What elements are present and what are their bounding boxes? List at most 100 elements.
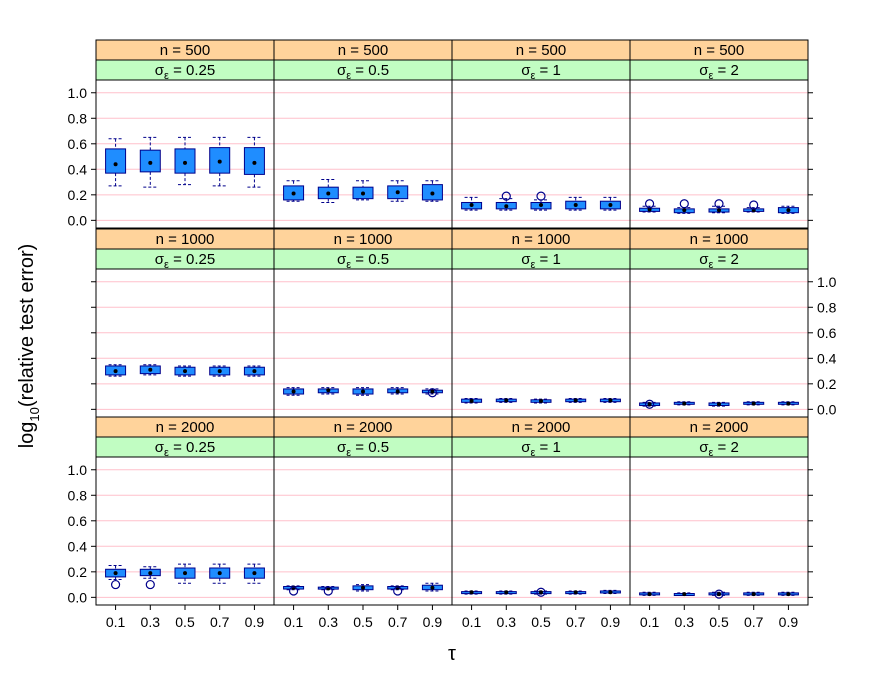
median-dot [717,402,721,407]
strip-n-label: n = 2000 [512,419,571,436]
box-mark [139,364,161,376]
median-dot [148,571,153,576]
median-dot [647,592,652,597]
x-tick-label: 0.5 [353,614,373,630]
median-dot [217,571,222,576]
box-mark [317,179,339,203]
box-mark [283,387,305,396]
box-mark [387,180,409,202]
panel-border [451,456,631,606]
box-mark [708,199,730,214]
y-tick-label: 1.0 [817,274,837,290]
strip-n-label: n = 500 [160,42,210,59]
x-tick-label: 0.9 [601,614,621,630]
boxplot-chart: log10(relative test error) τ n = 500σε =… [16,39,837,665]
box-mark [317,586,339,596]
median-dot [291,191,296,196]
strip-n-label: n = 2000 [334,419,393,436]
outlier-point [536,191,546,201]
median-dot [361,585,365,590]
box-mark [565,590,587,595]
box-mark [743,200,765,213]
median-dot [647,402,652,407]
box-mark [599,196,621,211]
strip-n-label: n = 1000 [156,231,215,248]
median-dot [252,160,257,165]
box-mark [461,398,483,404]
median-dot [113,162,118,167]
strip-n-label: n = 1000 [512,231,571,248]
strip-n-label: n = 2000 [690,419,749,436]
box-mark [283,585,305,596]
panel: n = 500σε = 2 [629,39,809,229]
box-mark [421,582,443,592]
median-dot [113,571,118,576]
box-mark [243,136,265,188]
panel: n = 1000σε = 0.25 [95,228,275,418]
median-dot [430,585,435,590]
median-dot [361,389,365,394]
box-mark [174,365,196,377]
y-tick-label: 0.8 [817,299,837,315]
box-mark [139,136,161,188]
median-dot [751,401,756,406]
y-tick-label: 0.2 [817,376,837,392]
box-mark [777,205,799,214]
box-mark [105,564,127,590]
median-dot [430,191,435,196]
outlier-point [679,199,689,209]
median-dot [539,203,543,208]
y-tick-label: 0.8 [68,110,88,126]
median-dot [608,590,613,595]
x-tick-label: 0.1 [284,614,304,630]
box-body [105,148,127,174]
x-axis-title: τ [448,643,456,665]
median-dot [682,592,687,597]
median-dot [113,369,118,374]
x-tick-label: 0.3 [497,614,517,630]
box-mark [209,563,231,584]
box-mark [174,563,196,584]
box-mark [421,388,443,398]
median-dot [717,208,721,213]
median-dot [786,592,791,597]
box-mark [174,136,196,186]
box-mark [743,401,765,406]
median-dot [608,203,613,208]
box-mark [105,138,127,187]
median-dot [504,204,509,209]
box-mark [673,199,695,214]
x-tick-label: 0.3 [319,614,339,630]
median-dot [395,389,400,394]
box-mark [530,398,552,404]
box-mark [352,180,374,201]
outlier-point [145,579,155,590]
strip-n-label: n = 2000 [156,419,215,436]
median-dot [148,367,153,372]
x-tick-label: 0.5 [531,614,551,630]
panel: n = 500σε = 0.25 [95,39,275,229]
box-mark [639,399,661,409]
panel: n = 1000σε = 1 [451,228,631,418]
median-dot [786,401,791,406]
x-tick-label: 0.5 [175,614,195,630]
strip-n-label: n = 1000 [334,231,393,248]
y-tick-label: 0.6 [68,136,88,152]
panel-border [629,268,809,418]
median-dot [573,590,578,595]
box-mark [530,587,552,597]
median-dot [395,190,400,195]
median-dot [682,208,687,213]
x-tick-label: 0.3 [141,614,161,630]
x-tick-label: 0.1 [462,614,482,630]
strip-n-label: n = 500 [516,42,566,59]
box-mark [743,591,765,597]
median-dot [469,399,474,404]
y-tick-label: 1.0 [68,85,88,101]
panel-border [273,456,453,606]
panel-border [629,79,809,229]
panel: n = 2000σε = 20.1 0.3 0.5 0.7 0.9 [629,416,809,630]
strip-n-label: n = 1000 [690,231,749,248]
box-mark [461,590,483,595]
box-mark [565,196,587,211]
